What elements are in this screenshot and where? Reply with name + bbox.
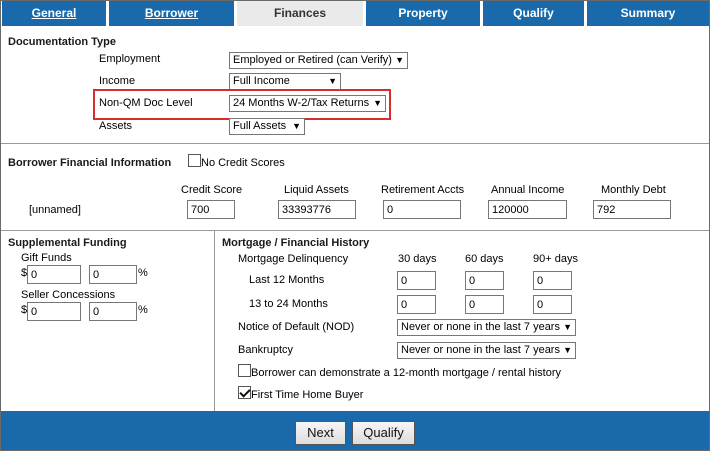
monthly-debt-header: Monthly Debt (601, 184, 666, 196)
no-credit-scores-label: No Credit Scores (201, 157, 285, 169)
employment-label: Employment (99, 53, 161, 65)
tab-summary[interactable]: Summary (587, 1, 709, 26)
finances-window: General Borrower Finances Property Quali… (0, 0, 710, 451)
col-60-days: 60 days (465, 253, 504, 265)
assets-select[interactable]: Full Assets ▼ (229, 118, 305, 135)
next-button[interactable]: Next (295, 421, 346, 445)
liquid-assets-header: Liquid Assets (284, 184, 349, 196)
nod-value: Never or none in the last 7 years (401, 321, 560, 333)
first-time-buyer-label: First Time Home Buyer (251, 389, 364, 401)
seller-concessions-percent-input[interactable] (89, 302, 137, 321)
nonqm-doc-level-value: 24 Months W-2/Tax Returns (233, 97, 370, 109)
assets-label: Assets (99, 120, 133, 132)
nonqm-doc-level-label: Non-QM Doc Level (99, 97, 193, 109)
percent-sign: % (138, 304, 148, 316)
qualify-button[interactable]: Qualify (352, 421, 415, 445)
liquid-assets-input[interactable] (278, 200, 356, 219)
percent-sign: % (138, 267, 148, 279)
gift-funds-percent-input[interactable] (89, 265, 137, 284)
employment-value: Employed or Retired (can Verify) (233, 54, 392, 66)
chevron-down-icon: ▼ (292, 121, 301, 131)
demonstrate-history-label: Borrower can demonstrate a 12-month mort… (251, 367, 561, 379)
supplemental-funding-title: Supplemental Funding (8, 237, 127, 249)
income-label: Income (99, 75, 136, 87)
mortgage-delinquency-label: Mortgage Delinquency (238, 253, 349, 265)
financial-info-title: Borrower Financial Information (8, 157, 172, 169)
chevron-down-icon: ▼ (563, 322, 572, 332)
last-12-months-label: Last 12 Months (249, 274, 325, 286)
tab-property[interactable]: Property (366, 1, 480, 26)
tab-borrower[interactable]: Borrower (109, 1, 234, 26)
demonstrate-history-checkbox[interactable] (238, 364, 251, 377)
history-title: Mortgage / Financial History (222, 237, 370, 249)
credit-score-input[interactable] (187, 200, 235, 219)
last12-30-input[interactable] (397, 271, 436, 290)
chevron-down-icon: ▼ (328, 76, 337, 86)
divider (1, 230, 709, 231)
nonqm-doc-level-select[interactable]: 24 Months W-2/Tax Returns ▼ (229, 95, 386, 112)
chevron-down-icon: ▼ (395, 55, 404, 65)
bankruptcy-value: Never or none in the last 7 years (401, 344, 560, 356)
chevron-down-icon: ▼ (563, 345, 572, 355)
divider (1, 143, 709, 144)
nod-label: Notice of Default (NOD) (238, 321, 355, 333)
gift-funds-label: Gift Funds (21, 252, 72, 264)
last12-60-input[interactable] (465, 271, 504, 290)
chevron-down-icon: ▼ (373, 98, 382, 108)
retirement-input[interactable] (383, 200, 461, 219)
tab-general[interactable]: General (2, 1, 106, 26)
income-value: Full Income (233, 75, 290, 87)
annual-income-header: Annual Income (491, 184, 565, 196)
monthly-debt-input[interactable] (593, 200, 671, 219)
m13-24-90-input[interactable] (533, 295, 572, 314)
footer-bar: Next Qualify (1, 411, 709, 450)
annual-income-input[interactable] (488, 200, 567, 219)
borrower-name: [unnamed] (29, 204, 81, 216)
tab-bar: General Borrower Finances Property Quali… (1, 1, 709, 26)
credit-score-header: Credit Score (181, 184, 243, 196)
m13-24-30-input[interactable] (397, 295, 436, 314)
first-time-buyer-checkbox[interactable] (238, 386, 251, 399)
tab-qualify[interactable]: Qualify (483, 1, 584, 26)
seller-concessions-label: Seller Concessions (21, 289, 116, 301)
bankruptcy-select[interactable]: Never or none in the last 7 years ▼ (397, 342, 576, 359)
m13-24-60-input[interactable] (465, 295, 504, 314)
m13-24-months-label: 13 to 24 Months (249, 298, 328, 310)
employment-select[interactable]: Employed or Retired (can Verify) ▼ (229, 52, 408, 69)
col-30-days: 30 days (398, 253, 437, 265)
last12-90-input[interactable] (533, 271, 572, 290)
bankruptcy-label: Bankruptcy (238, 344, 294, 356)
retirement-header: Retirement Accts (381, 184, 465, 196)
documentation-type-title: Documentation Type (8, 36, 116, 48)
assets-value: Full Assets (233, 120, 287, 132)
tab-finances[interactable]: Finances (237, 1, 363, 26)
nod-select[interactable]: Never or none in the last 7 years ▼ (397, 319, 576, 336)
column-divider (214, 230, 215, 411)
gift-funds-amount-input[interactable] (27, 265, 81, 284)
no-credit-scores-checkbox[interactable] (188, 154, 201, 167)
col-90-days: 90+ days (533, 253, 578, 265)
seller-concessions-amount-input[interactable] (27, 302, 81, 321)
income-select[interactable]: Full Income ▼ (229, 73, 341, 90)
